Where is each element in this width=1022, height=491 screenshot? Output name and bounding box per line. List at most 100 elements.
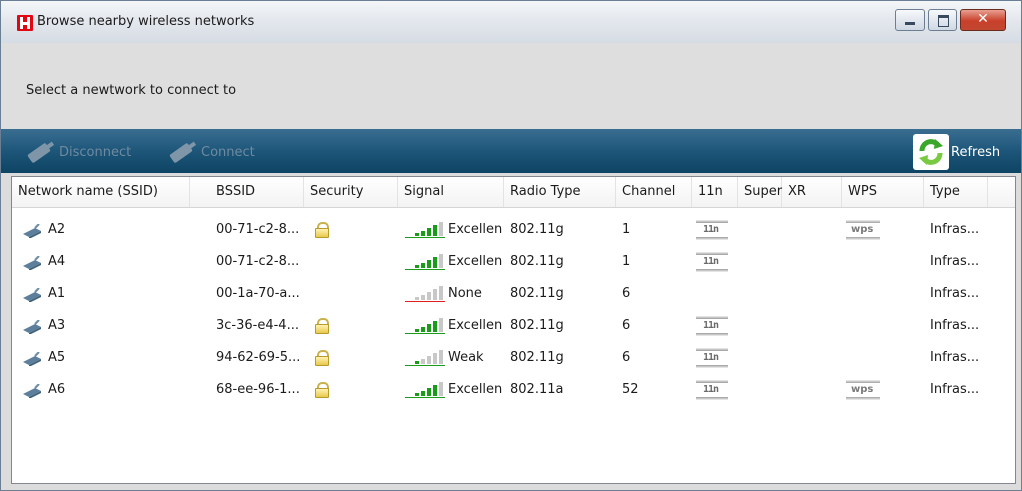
type-cell: Infras... [930,318,980,333]
header-area: Select a newtwork to connect to [1,43,1021,129]
signal-text-cell: Excellen [448,382,503,397]
signal-strength-icon [405,382,445,398]
instruction-text: Select a newtwork to connect to [26,83,237,98]
router-icon [21,319,43,335]
connect-label: Connect [201,144,255,160]
ssid-cell: A4 [48,254,66,269]
n11-badge-label: 11n [703,256,719,267]
type-cell: Infras... [930,222,980,237]
ssid-cell: A2 [48,222,66,237]
signal-text-cell: None [448,286,482,301]
maximize-button[interactable] [928,9,957,31]
n11-badge-label: 11n [703,352,719,363]
signal-strength-icon [405,350,445,366]
col-super[interactable]: Super [738,177,782,207]
close-button[interactable]: ✕ [960,9,1006,31]
channel-cell: 6 [622,286,631,301]
n11-badge-icon: 11n [696,316,728,336]
router-icon [21,223,43,239]
maximize-icon [938,15,949,27]
bssid-cell: 3c-36-e4-4... [216,318,299,333]
plug-icon [167,140,197,164]
col-ssid[interactable]: Network name (SSID) [12,177,190,207]
ssid-cell: A3 [48,318,66,333]
disconnect-label: Disconnect [59,144,132,160]
router-icon [21,383,43,399]
radio-type-cell: 802.11g [510,318,564,333]
router-icon [21,287,43,303]
close-icon: ✕ [977,11,989,27]
radio-type-cell: 802.11a [510,382,564,397]
channel-cell: 6 [622,350,631,365]
table-row[interactable]: A4 00-71-c2-8... Excellen 802.11g 1 11n Infras… [12,246,1015,277]
signal-text-cell: Weak [448,350,484,365]
radio-type-cell: 802.11g [510,222,564,237]
toolbar: Disconnect Connect [1,129,1021,173]
bssid-cell: 00-1a-70-a... [216,286,300,301]
channel-cell: 1 [622,254,631,269]
network-list[interactable]: Network name (SSID) BSSID Security Signa… [11,176,1016,484]
ssid-cell: A5 [48,350,66,365]
col-xr[interactable]: XR [782,177,842,207]
refresh-label: Refresh [951,144,1001,160]
col-radio-type[interactable]: Radio Type [504,177,616,207]
minimize-icon [905,22,915,25]
bssid-cell: 94-62-69-5... [216,350,301,365]
refresh-button[interactable]: Refresh [913,134,1001,170]
radio-type-cell: 802.11g [510,286,564,301]
connect-button[interactable]: Connect [167,140,255,164]
wps-badge-label: wps [851,384,874,395]
window-title: Browse nearby wireless networks [37,14,255,29]
minimize-button[interactable] [895,9,925,31]
col-wps[interactable]: WPS [842,177,924,207]
lock-icon [315,382,329,398]
radio-type-cell: 802.11g [510,254,564,269]
col-type[interactable]: Type [924,177,988,207]
table-row[interactable]: A2 00-71-c2-8... Excellen 802.11g 1 11n wps Inf… [12,214,1015,245]
signal-strength-icon [405,254,445,270]
n11-badge-icon: 11n [696,348,728,368]
disconnect-button[interactable]: Disconnect [25,140,132,164]
signal-strength-icon [405,286,445,302]
n11-badge-icon: 11n [696,380,728,400]
wps-badge-label: wps [851,224,874,235]
table-row[interactable]: A3 3c-36-e4-4... Excellen 802.11g 6 11n Infras… [12,310,1015,341]
col-11n[interactable]: 11n [692,177,738,207]
wps-badge-icon: wps [846,380,880,400]
ssid-cell: A6 [48,382,66,397]
app-logo-icon [17,15,33,31]
refresh-arrows-icon [913,134,949,170]
bssid-cell: 00-71-c2-8... [216,222,300,237]
signal-text-cell: Excellen [448,318,503,333]
channel-cell: 1 [622,222,631,237]
plug-icon [25,140,55,164]
n11-badge-icon: 11n [696,252,728,272]
type-cell: Infras... [930,286,980,301]
router-icon [21,255,43,271]
table-header: Network name (SSID) BSSID Security Signa… [12,177,1015,208]
channel-cell: 6 [622,318,631,333]
table-row[interactable]: A1 00-1a-70-a... None 802.11g 6 Infras... [12,278,1015,309]
lock-icon [315,318,329,334]
col-security[interactable]: Security [304,177,398,207]
n11-badge-label: 11n [703,384,719,395]
ssid-cell: A1 [48,286,66,301]
bssid-cell: 00-71-c2-8... [216,254,300,269]
table-row[interactable]: A5 94-62-69-5... Weak 802.11g 6 11n Infras... [12,342,1015,373]
col-signal[interactable]: Signal [398,177,504,207]
channel-cell: 52 [622,382,639,397]
title-bar[interactable]: Browse nearby wireless networks ✕ [1,1,1021,44]
wireless-browser-window: Browse nearby wireless networks ✕ Select… [0,0,1022,491]
wps-badge-icon: wps [846,220,880,240]
table-row[interactable]: A6 68-ee-96-1... Excellen 802.11a 52 11n wps In… [12,374,1015,405]
n11-badge-label: 11n [703,224,719,235]
signal-strength-icon [405,318,445,334]
col-channel[interactable]: Channel [616,177,692,207]
radio-type-cell: 802.11g [510,350,564,365]
col-bssid[interactable]: BSSID [210,177,304,207]
bssid-cell: 68-ee-96-1... [216,382,300,397]
lock-icon [315,350,329,366]
n11-badge-icon: 11n [696,220,728,240]
router-icon [21,351,43,367]
lock-icon [315,222,329,238]
